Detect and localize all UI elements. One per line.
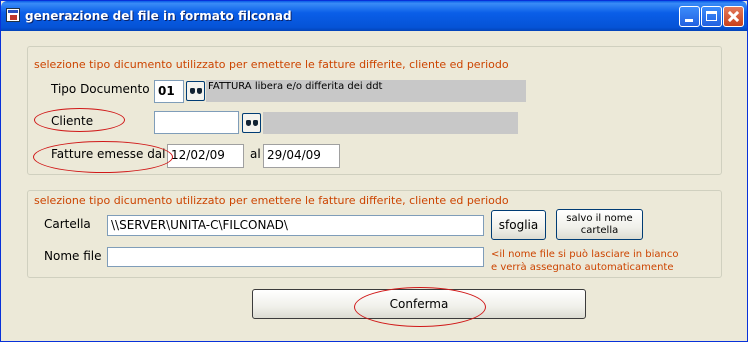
tipo-documento-description: FATTURA libera e/o differita dei ddt <box>206 80 526 102</box>
cartella-field[interactable]: \\SERVER\UNITA-C\FILCONAD\ <box>107 215 484 236</box>
date-to-label: al <box>250 147 261 161</box>
minimize-button[interactable] <box>679 6 700 27</box>
cliente-field[interactable] <box>154 111 239 134</box>
binoculars-icon <box>189 87 203 96</box>
nome-file-field[interactable] <box>107 247 484 267</box>
dialog-window: generazione del file in formato filconad… <box>0 0 748 342</box>
sfoglia-button[interactable]: sfoglia <box>491 210 546 240</box>
nome-file-note-line2: e verrà assegnato automaticamente <box>491 262 674 273</box>
maximize-button[interactable] <box>701 6 722 27</box>
maximize-icon <box>706 11 717 21</box>
binoculars-icon <box>245 119 259 128</box>
tipo-documento-label: Tipo Documento <box>51 82 150 96</box>
salvo-line1: salvo il nome <box>566 213 633 224</box>
fatture-emesse-label: Fatture emesse dal <box>51 147 166 161</box>
app-icon <box>6 8 20 22</box>
conferma-label: Conferma <box>389 297 449 311</box>
date-from-field[interactable]: 12/02/09 <box>167 144 244 168</box>
cliente-label: Cliente <box>51 114 94 128</box>
salvo-nome-cartella-button[interactable]: salvo il nome cartella <box>556 209 643 240</box>
sfoglia-label: sfoglia <box>498 218 539 232</box>
cliente-description <box>263 112 518 134</box>
nome-file-note-line1: <il nome file si può lasciare in bianco <box>491 249 679 260</box>
cliente-search-button[interactable] <box>242 113 261 133</box>
title-bar[interactable]: generazione del file in formato filconad <box>1 1 747 31</box>
date-to-field[interactable]: 29/04/09 <box>263 144 340 168</box>
cartella-label: Cartella <box>44 217 91 231</box>
close-icon <box>724 7 743 26</box>
group2-title: selezione tipo dicumento utilizzato per … <box>34 194 509 207</box>
close-button[interactable] <box>723 6 744 27</box>
nome-file-label: Nome file <box>44 249 102 263</box>
window-title: generazione del file in formato filconad <box>25 9 292 23</box>
tipo-documento-code-field[interactable]: 01 <box>154 80 184 103</box>
conferma-button[interactable]: Conferma <box>252 289 586 319</box>
group1-title: selezione tipo dicumento utilizzato per … <box>34 58 509 71</box>
tipo-documento-search-button[interactable] <box>186 81 205 101</box>
minimize-icon <box>685 19 693 22</box>
salvo-line2: cartella <box>580 225 619 236</box>
